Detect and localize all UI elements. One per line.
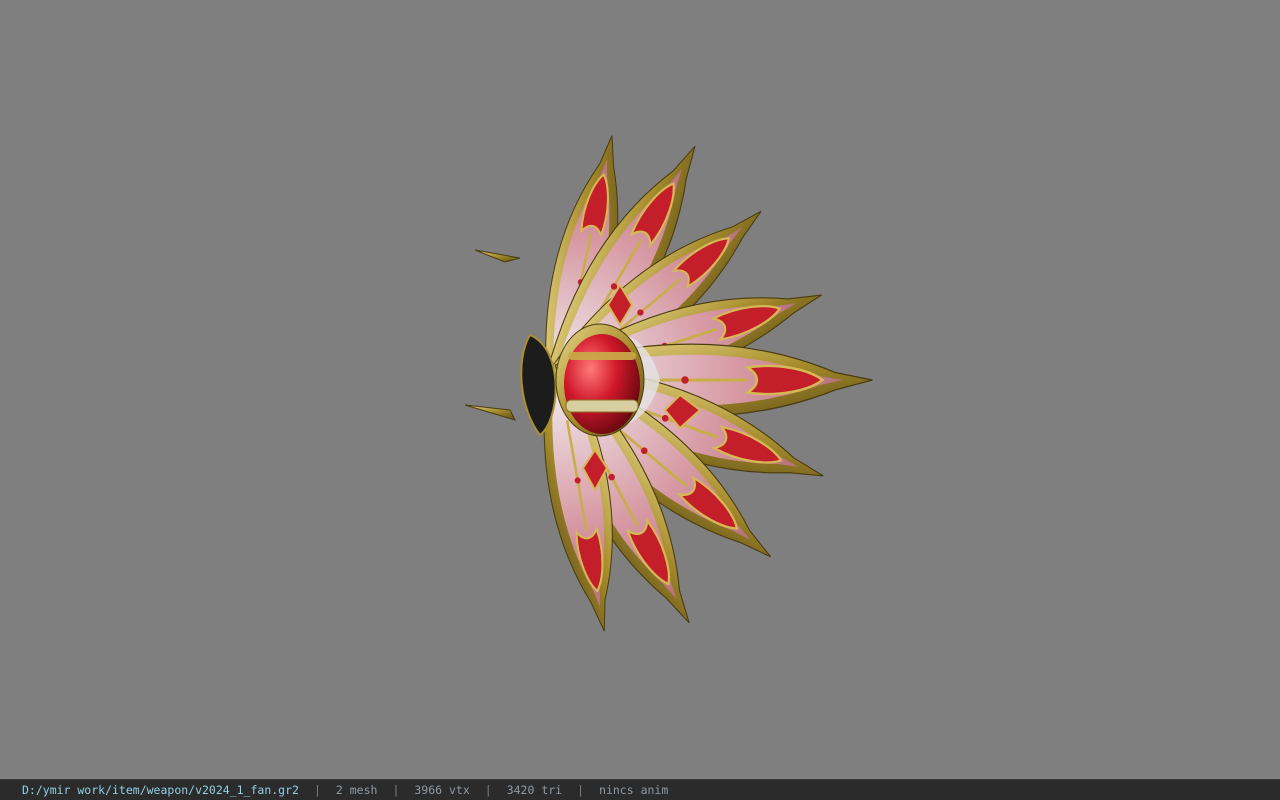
vertex-count: 3966 vtx (414, 783, 470, 797)
mesh-count: 2 mesh (335, 783, 378, 797)
status-bar: D:/ymir work/item/weapon/v2024_1_fan.gr2… (0, 779, 1280, 800)
separator: | (484, 783, 492, 797)
separator: | (392, 783, 400, 797)
3d-viewport[interactable] (0, 0, 1280, 779)
separator: | (577, 783, 585, 797)
triangle-count: 3420 tri (506, 783, 563, 797)
file-path: D:/ymir work/item/weapon/v2024_1_fan.gr2 (22, 783, 299, 797)
animation-status: nincs anim (599, 783, 669, 797)
fan-weapon-model-icon (464, 128, 875, 640)
separator: | (313, 783, 321, 797)
